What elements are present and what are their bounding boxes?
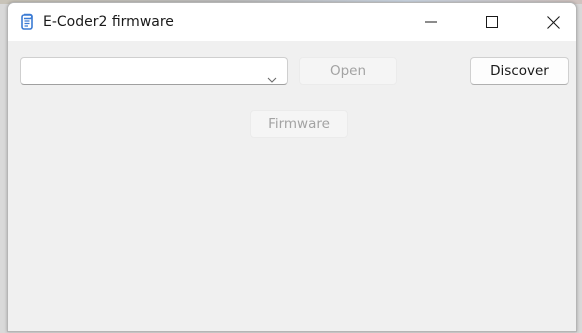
close-icon	[546, 15, 560, 29]
maximize-icon	[486, 16, 498, 28]
scroll-file-icon	[19, 13, 35, 31]
chevron-down-icon[interactable]	[267, 68, 277, 87]
app-window: E-Coder2 firmware Open Discover Firmware	[7, 2, 577, 332]
minimize-button[interactable]	[408, 3, 454, 41]
discover-button[interactable]: Discover	[470, 57, 569, 85]
window-title: E-Coder2 firmware	[43, 14, 174, 30]
firmware-button[interactable]: Firmware	[250, 110, 348, 138]
maximize-button[interactable]	[469, 3, 515, 41]
device-select[interactable]	[20, 57, 288, 85]
title-bar[interactable]: E-Coder2 firmware	[8, 3, 576, 41]
resize-grip-icon[interactable]	[568, 323, 574, 329]
close-button[interactable]	[530, 3, 576, 41]
minimize-icon	[425, 16, 437, 28]
open-button[interactable]: Open	[299, 57, 397, 85]
